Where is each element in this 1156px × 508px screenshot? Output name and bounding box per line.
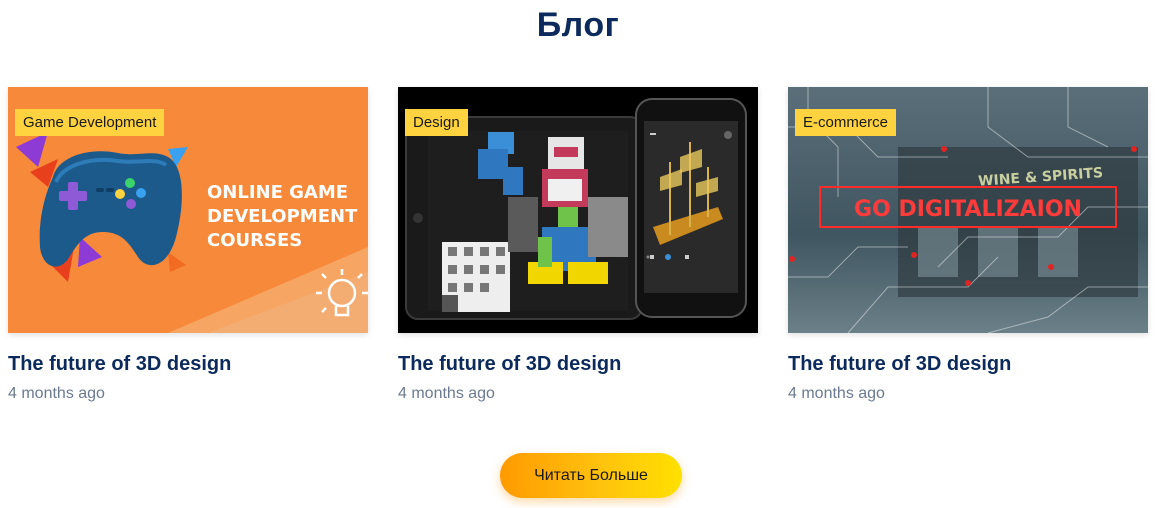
category-tag[interactable]: Design — [405, 109, 468, 136]
card-image[interactable]: Design — [398, 87, 758, 333]
blog-card-ecommerce[interactable]: WINE & SPIRITS GO DIGITALIZAION E-commer… — [788, 87, 1148, 403]
blog-card-game-development[interactable]: ONLINE GAME DEVELOPMENT COURSES Game Dev… — [8, 87, 368, 403]
svg-text:DEVELOPMENT: DEVELOPMENT — [207, 206, 358, 227]
svg-text:GO DIGITALIZAION: GO DIGITALIZAION — [854, 197, 1082, 222]
blog-card-design[interactable]: Design The future of 3D design 4 months … — [398, 87, 758, 403]
card-image[interactable]: WINE & SPIRITS GO DIGITALIZAION E-commer… — [788, 87, 1148, 333]
card-title[interactable]: The future of 3D design — [398, 353, 758, 376]
card-title[interactable]: The future of 3D design — [8, 353, 368, 376]
read-more-button[interactable]: Читать Больше — [500, 453, 682, 498]
category-tag[interactable]: Game Development — [15, 109, 165, 136]
card-date: 4 months ago — [8, 385, 105, 402]
card-date: 4 months ago — [788, 385, 885, 402]
svg-text:COURSES: COURSES — [207, 230, 302, 251]
card-image[interactable]: ONLINE GAME DEVELOPMENT COURSES Game Dev… — [8, 87, 368, 333]
card-title[interactable]: The future of 3D design — [788, 353, 1148, 376]
svg-text:ONLINE GAME: ONLINE GAME — [207, 182, 348, 203]
section-title: Блог — [536, 6, 620, 44]
category-tag[interactable]: E-commerce — [795, 109, 897, 136]
card-date: 4 months ago — [398, 385, 495, 402]
